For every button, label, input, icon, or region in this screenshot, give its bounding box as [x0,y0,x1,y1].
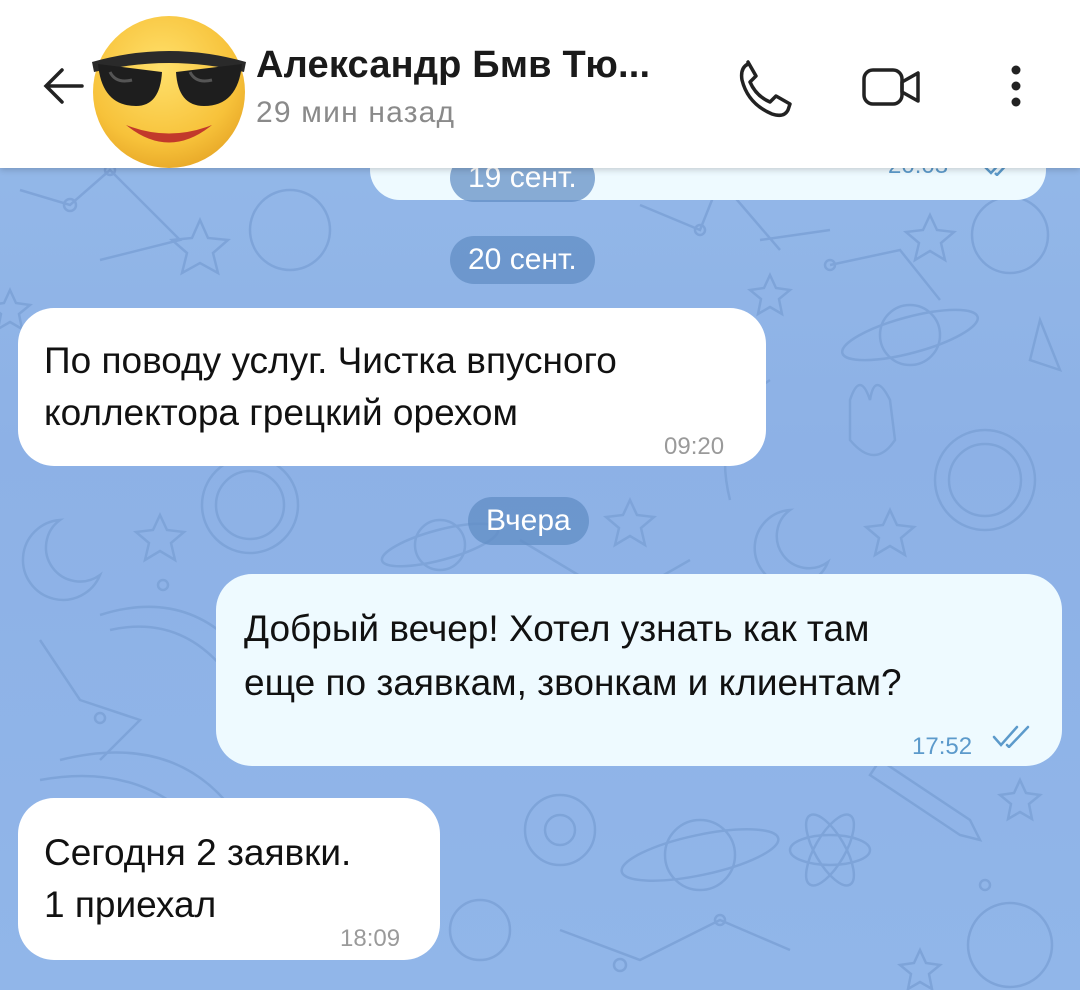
phone-icon[interactable] [734,56,796,118]
avatar-sunglasses-emoji-icon[interactable] [86,10,252,170]
more-vertical-icon[interactable] [996,58,1036,118]
date-separator: 20 сент. [450,236,595,284]
chat-header: Александр Бмв Тю... 29 мин назад [0,0,1080,168]
message-text-line: Сегодня 2 заявки. [44,832,352,873]
message-time: 18:09 [340,925,401,952]
incoming-message-bubble[interactable]: Сегодня 2 заявки. 1 приехал 18:09 [18,798,440,960]
message-text-line: 1 приехал [44,884,217,925]
outgoing-message-bubble[interactable]: Добрый вечер! Хотел узнать как там еще п… [216,574,1062,766]
message-time: 09:20 [664,433,725,460]
message-text-line: По поводу услуг. Чистка впусного [44,340,617,381]
read-check-icon [992,725,1030,748]
last-seen-status: 29 мин назад [256,96,456,129]
back-arrow-icon[interactable] [36,58,92,114]
message-text-line: еще по заявкам, звонкам и клиентам? [244,662,902,703]
message-text-line: Добрый вечер! Хотел узнать как там [244,608,870,649]
contact-name[interactable]: Александр Бмв Тю... [256,44,650,87]
date-separator: Вчера [468,497,589,545]
incoming-message-bubble[interactable]: По поводу услуг. Чистка впусного коллект… [18,308,766,466]
video-camera-icon[interactable] [858,58,924,116]
message-time: 17:52 [912,733,973,760]
message-text-line: коллектора грецкий орехом [44,392,518,433]
